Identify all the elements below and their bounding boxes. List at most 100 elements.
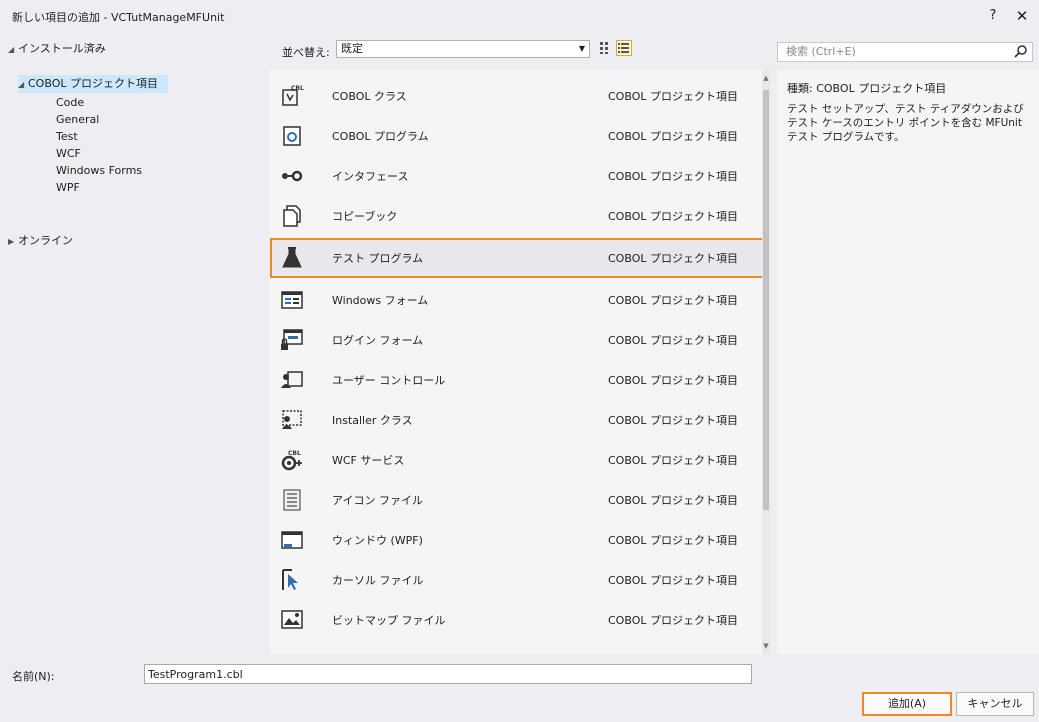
sort-toolbar: 並べ替え: 既定 ▼: [270, 36, 770, 62]
svg-text:CBL: CBL: [291, 85, 304, 92]
template-type: COBOL プロジェクト項目: [608, 170, 738, 183]
template-type: COBOL プロジェクト項目: [608, 574, 738, 587]
bitmap-file-icon: [280, 608, 304, 632]
template-item[interactable]: Windows フォーム COBOL プロジェクト項目: [270, 280, 764, 320]
tree-item-windows-forms[interactable]: Windows Forms: [56, 162, 142, 180]
template-details: 種類: COBOL プロジェクト項目 テスト セットアップ、テスト ティアダウン…: [777, 70, 1039, 654]
close-button[interactable]: ✕: [1012, 6, 1032, 26]
tree-item-online[interactable]: ▶ オンライン: [8, 232, 73, 250]
template-item[interactable]: Installer クラス COBOL プロジェクト項目: [270, 400, 764, 440]
template-type: COBOL プロジェクト項目: [608, 210, 738, 223]
template-name: ログイン フォーム: [332, 334, 424, 347]
sort-label: 並べ替え:: [282, 46, 330, 59]
tree-item-wpf[interactable]: WPF: [56, 179, 80, 197]
template-type: COBOL プロジェクト項目: [608, 90, 738, 103]
sort-dropdown[interactable]: 既定 ▼: [336, 40, 590, 58]
template-item[interactable]: ユーザー コントロール COBOL プロジェクト項目: [270, 360, 764, 400]
template-name: WCF サービス: [332, 454, 405, 467]
template-item[interactable]: ビットマップ ファイル COBOL プロジェクト項目: [270, 600, 764, 640]
template-name: Installer クラス: [332, 414, 413, 427]
template-name: COBOL クラス: [332, 90, 407, 103]
scroll-down-arrow-icon[interactable]: ▼: [762, 642, 770, 652]
search-placeholder: 検索 (Ctrl+E): [786, 45, 856, 58]
collapsed-arrow-icon[interactable]: ▶: [8, 233, 18, 251]
template-type: COBOL プロジェクト項目: [608, 454, 738, 467]
cursor-file-icon: [280, 568, 304, 592]
tree-item-general[interactable]: General: [56, 111, 99, 129]
tree-item-label: COBOL プロジェクト項目: [28, 77, 158, 90]
template-list-scrollbar[interactable]: ▲ ▼: [762, 70, 770, 654]
cancel-button[interactable]: キャンセル: [956, 692, 1034, 716]
tree-item-cobol-project-items[interactable]: ◢ COBOL プロジェクト項目: [18, 75, 168, 93]
copybook-icon: [280, 204, 304, 228]
template-type: COBOL プロジェクト項目: [608, 252, 738, 265]
tree-item-label: オンライン: [18, 234, 73, 247]
template-name: COBOL プログラム: [332, 130, 429, 143]
user-control-icon: [280, 368, 304, 392]
flask-icon: [280, 246, 304, 270]
template-name: テスト プログラム: [332, 252, 424, 265]
template-type: COBOL プロジェクト項目: [608, 334, 738, 347]
expanded-arrow-icon[interactable]: ◢: [18, 76, 28, 94]
detail-type-label: 種類:: [787, 82, 813, 95]
template-item[interactable]: COBOL プログラム COBOL プロジェクト項目: [270, 116, 764, 156]
detail-type-value: COBOL プロジェクト項目: [816, 82, 947, 95]
category-tree: ◢ インストール済み ◢ COBOL プロジェクト項目 Code General T…: [0, 36, 266, 654]
template-item[interactable]: ログイン フォーム COBOL プロジェクト項目: [270, 320, 764, 360]
scroll-up-arrow-icon[interactable]: ▲: [762, 74, 770, 84]
template-item[interactable]: カーソル ファイル COBOL プロジェクト項目: [270, 560, 764, 600]
template-item-selected[interactable]: テスト プログラム COBOL プロジェクト項目: [270, 238, 764, 278]
tree-item-wcf[interactable]: WCF: [56, 145, 81, 163]
tree-item-label: インストール済み: [18, 42, 106, 55]
name-label: 名前(N):: [12, 670, 55, 683]
chevron-down-icon: ▼: [578, 44, 585, 53]
help-button[interactable]: ?: [984, 7, 1002, 25]
list-view-icon[interactable]: [616, 40, 632, 56]
scroll-thumb[interactable]: [763, 90, 769, 510]
template-name: ユーザー コントロール: [332, 374, 446, 387]
template-type: COBOL プロジェクト項目: [608, 414, 738, 427]
template-type: COBOL プロジェクト項目: [608, 130, 738, 143]
template-type: COBOL プロジェクト項目: [608, 614, 738, 627]
installer-class-icon: [280, 408, 304, 432]
template-name: インタフェース: [332, 170, 409, 183]
tree-item-test[interactable]: Test: [56, 128, 78, 146]
grid-view-icon[interactable]: [598, 40, 614, 56]
template-item[interactable]: インタフェース COBOL プロジェクト項目: [270, 156, 764, 196]
wcf-service-icon: CBL: [280, 448, 304, 472]
template-name: カーソル ファイル: [332, 574, 424, 587]
template-item[interactable]: CBL WCF サービス COBOL プロジェクト項目: [270, 440, 764, 480]
tree-item-code[interactable]: Code: [56, 94, 84, 112]
template-name: ウィンドウ (WPF): [332, 534, 423, 547]
interface-icon: [280, 164, 304, 188]
template-name: アイコン ファイル: [332, 494, 423, 507]
name-field[interactable]: [144, 664, 752, 684]
icon-file-icon: [280, 488, 304, 512]
expanded-arrow-icon[interactable]: ◢: [8, 41, 18, 59]
windows-form-icon: [280, 288, 304, 312]
template-list: CBL COBOL クラス COBOL プロジェクト項目 COBOL プログラム…: [270, 70, 770, 654]
search-icon[interactable]: [1014, 44, 1028, 58]
template-item[interactable]: アイコン ファイル COBOL プロジェクト項目: [270, 480, 764, 520]
detail-type: 種類: COBOL プロジェクト項目: [787, 80, 946, 96]
template-type: COBOL プロジェクト項目: [608, 494, 738, 507]
template-type: COBOL プロジェクト項目: [608, 294, 738, 307]
window-title: 新しい項目の追加 - VCTutManageMFUnit: [12, 11, 225, 24]
cobol-class-icon: CBL: [280, 84, 304, 108]
detail-description: テスト セットアップ、テスト ティアダウンおよびテスト ケースのエントリ ポイン…: [787, 103, 1024, 143]
template-name: コピーブック: [332, 210, 398, 223]
tree-item-installed[interactable]: ◢ インストール済み: [8, 40, 106, 58]
login-form-icon: [280, 328, 304, 352]
template-item[interactable]: ウィンドウ (WPF) COBOL プロジェクト項目: [270, 520, 764, 560]
template-item[interactable]: CBL COBOL クラス COBOL プロジェクト項目: [270, 76, 764, 116]
template-name: ビットマップ ファイル: [332, 614, 446, 627]
cobol-program-icon: [280, 124, 304, 148]
template-item[interactable]: コピーブック COBOL プロジェクト項目: [270, 196, 764, 236]
template-name: Windows フォーム: [332, 294, 429, 307]
template-type: COBOL プロジェクト項目: [608, 534, 738, 547]
add-button[interactable]: 追加(A): [862, 692, 952, 716]
title-bar: 新しい項目の追加 - VCTutManageMFUnit ? ✕: [0, 0, 1039, 32]
sort-selected-value: 既定: [341, 42, 363, 55]
wpf-window-icon: [280, 528, 304, 552]
search-input[interactable]: 検索 (Ctrl+E): [777, 42, 1033, 62]
